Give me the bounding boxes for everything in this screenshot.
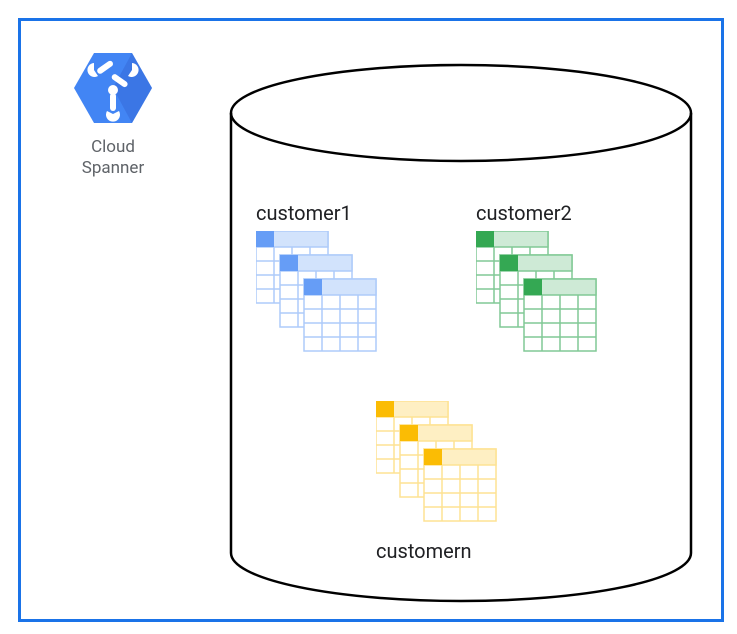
cloud-spanner-label: Cloud Spanner	[63, 137, 163, 180]
customer-group-c1: customer1	[256, 201, 456, 365]
cloud-spanner-block: Cloud Spanner	[63, 53, 163, 180]
customer-label: customer2	[476, 201, 676, 225]
customer-label: customern	[376, 539, 576, 563]
diagram-canvas: Cloud Spanner customer1	[0, 0, 737, 634]
table-stack-icon	[476, 231, 606, 361]
label-line-2: Spanner	[82, 158, 144, 178]
table-stack-icon	[256, 231, 386, 361]
customer-group-cn: customern	[376, 401, 576, 563]
diagram-frame: Cloud Spanner customer1	[18, 18, 724, 622]
cloud-spanner-icon	[74, 53, 152, 123]
customer-group-c2: customer2	[476, 201, 676, 365]
customer-label: customer1	[256, 201, 456, 225]
label-line-1: Cloud	[91, 137, 135, 157]
table-stack-icon	[376, 401, 506, 531]
